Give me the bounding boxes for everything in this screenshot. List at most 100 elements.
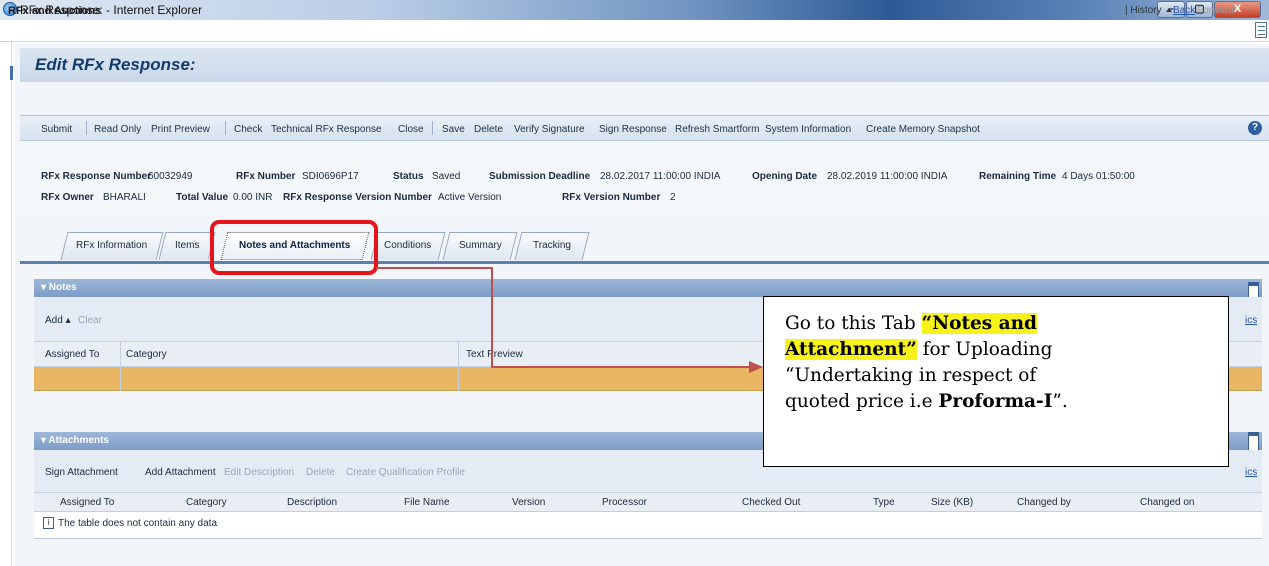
tab-label: Tracking	[533, 240, 571, 251]
att-col-assigned-to[interactable]: Assigned To	[60, 497, 114, 508]
add-attachment-button[interactable]: Add Attachment	[145, 467, 216, 478]
att-col-type[interactable]: Type	[873, 497, 895, 508]
callout-line-4: quoted price i.e Proforma-I”.	[785, 389, 1216, 415]
attachments-maximize-icon[interactable]	[1248, 432, 1259, 451]
tab-rfx-information[interactable]: RFx Information	[60, 232, 164, 260]
callout-bold: Proforma-I	[938, 391, 1053, 412]
rfx-number-label: RFx Number	[236, 171, 296, 182]
notes-panel-header[interactable]	[34, 279, 1262, 297]
delete-button[interactable]: Delete	[474, 124, 503, 135]
column-divider	[120, 342, 121, 391]
sign-attachment-button[interactable]: Sign Attachment	[45, 467, 118, 478]
help-icon[interactable]: ?	[1248, 121, 1262, 135]
opening-date-value: 28.02.2019 11:00:00 INDIA	[827, 171, 948, 182]
verify-signature-button[interactable]: Verify Signature	[514, 124, 585, 135]
notes-col-assigned-to[interactable]: Assigned To	[45, 349, 99, 360]
save-button[interactable]: Save	[442, 124, 465, 135]
rfx-number-value: SDI0696P17	[302, 171, 359, 182]
total-value-label: Total Value	[176, 192, 229, 203]
toolbar-separator	[86, 121, 87, 135]
tab-label: Summary	[458, 240, 502, 251]
technical-rfx-response-button[interactable]: Technical RFx Response	[271, 124, 382, 135]
att-col-checked-out[interactable]: Checked Out	[742, 497, 800, 508]
status-label: Status	[393, 171, 424, 182]
att-col-category[interactable]: Category	[186, 497, 227, 508]
delete-attachment-button[interactable]: Delete	[306, 467, 335, 478]
total-value-value: 0.00 INR	[233, 192, 273, 203]
callout-highlight: Attachment”	[785, 339, 917, 360]
forward-link[interactable]: Forward	[1197, 5, 1234, 16]
notes-col-text-preview[interactable]: Text Preview	[466, 349, 523, 360]
refresh-smartform-button[interactable]: Refresh Smartform	[675, 124, 759, 135]
att-col-file-name[interactable]: File Name	[404, 497, 450, 508]
column-divider	[458, 342, 459, 391]
tab-conditions[interactable]: Conditions	[370, 232, 446, 260]
create-memory-snapshot-button[interactable]: Create Memory Snapshot	[866, 124, 980, 135]
edit-description-button[interactable]: Edit Description	[224, 467, 294, 478]
notes-col-category[interactable]: Category	[126, 349, 167, 360]
notes-add-button[interactable]: Add ▴	[45, 315, 71, 326]
annotation-callout: Go to this Tab “Notes and Attachment” fo…	[763, 296, 1229, 467]
remaining-time-label: Remaining Time	[979, 171, 1057, 182]
history-menu[interactable]: | History	[1125, 5, 1162, 16]
rfx-response-number-value: 60032949	[148, 171, 193, 182]
rfx-owner-label: RFx Owner	[41, 192, 94, 203]
rfx-version-label: RFx Version Number	[562, 192, 661, 203]
att-col-version[interactable]: Version	[512, 497, 545, 508]
version-number-label: RFx Response Version Number	[283, 192, 432, 203]
left-strip-marker	[10, 66, 13, 80]
attachments-settings-link[interactable]: ics	[1245, 467, 1257, 478]
arrowhead-icon	[749, 361, 763, 373]
left-strip	[0, 42, 12, 566]
rfx-response-number-label: RFx Response Number	[41, 171, 152, 182]
annotation-arrow	[491, 366, 755, 368]
callout-text: for Uploading	[916, 339, 1053, 360]
callout-line-1: Go to this Tab “Notes and	[785, 311, 1216, 337]
callout-line-2: Attachment” for Uploading	[785, 337, 1216, 363]
att-col-size[interactable]: Size (KB)	[931, 497, 973, 508]
close-document-button[interactable]: Close	[398, 124, 424, 135]
callout-text: Go to this Tab	[785, 313, 922, 334]
history-caret-icon[interactable]	[1166, 8, 1172, 12]
att-col-description[interactable]: Description	[287, 497, 337, 508]
notes-settings-link[interactable]: ics	[1245, 315, 1257, 326]
callout-line-3: “Undertaking in respect of	[785, 365, 1037, 386]
tab-label: Items	[174, 240, 200, 251]
print-preview-button[interactable]: Print Preview	[151, 124, 210, 135]
version-number-value: Active Version	[438, 192, 502, 203]
check-button[interactable]: Check	[234, 124, 262, 135]
tab-label: RFx Information	[76, 240, 148, 251]
submission-deadline-label: Submission Deadline	[489, 171, 591, 182]
annotation-arrow	[491, 268, 493, 366]
create-qualification-profile-button[interactable]: Create Qualification Profile	[346, 467, 465, 478]
att-col-processor[interactable]: Processor	[602, 497, 647, 508]
toolbar-separator	[225, 121, 226, 135]
tab-items[interactable]: Items	[158, 232, 216, 260]
att-col-changed-on[interactable]: Changed on	[1140, 497, 1195, 508]
submit-button[interactable]: Submit	[41, 124, 72, 135]
sign-response-button[interactable]: Sign Response	[599, 124, 667, 135]
read-only-button[interactable]: Read Only	[94, 124, 141, 135]
att-col-changed-by[interactable]: Changed by	[1017, 497, 1071, 508]
rfx-version-value: 2	[670, 192, 676, 203]
submission-deadline-value: 28.02.2017 11:00:00 INDIA	[600, 171, 721, 182]
app-bar	[0, 20, 1269, 42]
screen: RFx Response: - Internet Explorer – ▢ X …	[0, 0, 1269, 566]
info-icon: i	[43, 517, 54, 529]
toolbar-separator	[432, 121, 433, 135]
notes-panel-title[interactable]: ▾ Notes	[41, 282, 77, 293]
rfx-owner-value: BHARALI	[103, 192, 146, 203]
opening-date-label: Opening Date	[752, 171, 818, 182]
remaining-time-value: 4 Days 01:50:00	[1062, 171, 1135, 182]
attachments-panel-title[interactable]: ▾ Attachments	[41, 435, 109, 446]
page-title: Edit RFx Response:	[35, 55, 196, 74]
callout-text: ”.	[1052, 391, 1068, 412]
tab-tracking[interactable]: Tracking	[514, 232, 590, 260]
page-header	[20, 48, 1269, 82]
menu-icon[interactable]	[1255, 22, 1267, 38]
tab-label: Conditions	[384, 240, 432, 251]
back-link[interactable]: Back	[1173, 5, 1195, 16]
system-information-button[interactable]: System Information	[765, 124, 851, 135]
notes-clear-button[interactable]: Clear	[78, 315, 102, 326]
tab-summary[interactable]: Summary	[442, 232, 518, 260]
